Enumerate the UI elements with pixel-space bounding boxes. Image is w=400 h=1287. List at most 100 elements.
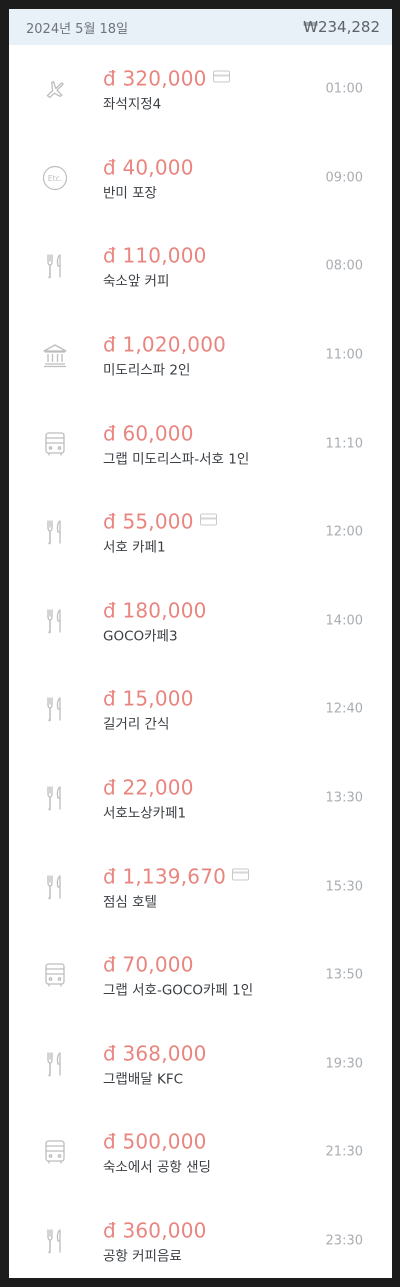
- fork-knife-icon: [41, 1050, 69, 1078]
- amount-line: đ 368,000: [103, 1040, 207, 1066]
- fork-knife-icon: [41, 607, 69, 635]
- expense-details: đ 320,000 좌석지정4: [103, 66, 230, 113]
- expense-details: đ 55,000 서호 카페1: [103, 509, 217, 556]
- expense-memo: GOCO카페3: [103, 628, 178, 645]
- expense-memo: 그랩배달 KFC: [103, 1071, 184, 1088]
- expense-amount: đ 368,000: [103, 1041, 207, 1066]
- amount-line: đ 500,000: [103, 1129, 211, 1155]
- fork-knife-icon: [41, 252, 69, 280]
- expense-time: 13:30: [325, 790, 363, 806]
- credit-card-icon: [212, 70, 230, 83]
- expense-row[interactable]: đ 320,000 좌석지정4 01:00: [9, 45, 392, 134]
- expense-row[interactable]: đ 15,000 길거리 간식 12:40: [9, 665, 392, 754]
- expense-row[interactable]: đ 360,000 공항 커피음료 23:30: [9, 1197, 392, 1278]
- expense-row[interactable]: Etc. đ 40,000 반미 포장 09:00: [9, 134, 392, 223]
- etc-icon: Etc.: [41, 164, 69, 192]
- expense-memo: 좌석지정4: [103, 96, 162, 113]
- svg-text:Etc.: Etc.: [48, 174, 62, 183]
- airplane-icon: [41, 75, 69, 103]
- expense-row[interactable]: đ 70,000 그랩 서호-GOCO카페 1인 13:50: [9, 931, 392, 1020]
- expense-row[interactable]: đ 1,020,000 미도리스파 2인 11:00: [9, 311, 392, 400]
- expense-time: 08:00: [325, 258, 363, 274]
- amount-line: đ 360,000: [103, 1218, 207, 1244]
- bank-icon: [41, 341, 69, 369]
- expense-row[interactable]: đ 22,000 서호노상카페1 13:30: [9, 754, 392, 843]
- expense-row[interactable]: đ 60,000 그랩 미도리스파-서호 1인 11:10: [9, 399, 392, 488]
- bus-icon: [41, 1138, 69, 1166]
- expense-amount: đ 60,000: [103, 421, 194, 446]
- expense-memo: 반미 포장: [103, 185, 157, 202]
- expense-time: 21:30: [325, 1144, 363, 1160]
- expense-row[interactable]: đ 55,000 서호 카페1 12:00: [9, 488, 392, 577]
- amount-line: đ 320,000: [103, 66, 230, 92]
- expense-amount: đ 15,000: [103, 686, 194, 711]
- expense-amount: đ 1,139,670: [103, 864, 227, 889]
- bus-icon: [41, 961, 69, 989]
- expense-amount: đ 180,000: [103, 598, 207, 623]
- day-header: 2024년 5월 18일 ₩234,282: [9, 9, 392, 45]
- expense-row[interactable]: đ 1,139,670 점심 호텔 15:30: [9, 842, 392, 931]
- expense-list: đ 320,000 좌석지정4 01:00 Etc. đ 40,000 반미 포장 09…: [9, 45, 392, 1278]
- expense-time: 11:00: [325, 347, 363, 363]
- expense-row[interactable]: đ 110,000 숙소앞 커피 08:00: [9, 222, 392, 311]
- expense-details: đ 500,000 숙소에서 공항 샌딩: [103, 1129, 211, 1176]
- expense-details: đ 40,000 반미 포장: [103, 154, 194, 201]
- expense-amount: đ 500,000: [103, 1129, 207, 1154]
- expense-time: 14:00: [325, 613, 363, 629]
- expense-details: đ 1,020,000 미도리스파 2인: [103, 332, 226, 379]
- expense-details: đ 360,000 공항 커피음료: [103, 1218, 207, 1265]
- expense-row[interactable]: đ 180,000 GOCO카페3 14:00: [9, 577, 392, 666]
- amount-line: đ 110,000: [103, 243, 207, 269]
- expense-amount: đ 360,000: [103, 1218, 207, 1243]
- expense-amount: đ 40,000: [103, 155, 194, 180]
- bus-icon: [41, 430, 69, 458]
- expense-memo: 서호노상카페1: [103, 805, 187, 822]
- expense-memo: 그랩 미도리스파-서호 1인: [103, 451, 250, 468]
- expense-details: đ 180,000 GOCO카페3: [103, 597, 207, 644]
- expense-details: đ 1,139,670 점심 호텔: [103, 863, 250, 911]
- expense-day-panel: 2024년 5월 18일 ₩234,282 đ 320,000 좌석지정4 01:0…: [9, 9, 392, 1278]
- expense-time: 19:30: [325, 1056, 363, 1072]
- amount-line: đ 1,020,000: [103, 332, 226, 358]
- expense-amount: đ 110,000: [103, 243, 207, 268]
- expense-memo: 숙소앞 커피: [103, 273, 170, 290]
- expense-time: 11:10: [325, 436, 363, 452]
- expense-details: đ 110,000 숙소앞 커피: [103, 243, 207, 290]
- expense-memo: 점심 호텔: [103, 894, 157, 911]
- fork-knife-icon: [41, 1227, 69, 1255]
- amount-line: đ 22,000: [103, 775, 194, 801]
- amount-line: đ 55,000: [103, 509, 217, 535]
- amount-line: đ 15,000: [103, 686, 194, 712]
- expense-row[interactable]: đ 368,000 그랩배달 KFC 19:30: [9, 1020, 392, 1109]
- credit-card-icon: [232, 868, 250, 881]
- expense-amount: đ 70,000: [103, 952, 194, 977]
- expense-amount: đ 1,020,000: [103, 332, 227, 357]
- amount-line: đ 1,139,670: [103, 863, 250, 889]
- expense-details: đ 22,000 서호노상카페1: [103, 775, 194, 822]
- expense-time: 15:30: [325, 879, 363, 895]
- fork-knife-icon: [41, 518, 69, 546]
- expense-amount: đ 320,000: [103, 66, 207, 91]
- day-total: ₩234,282: [303, 18, 380, 36]
- credit-card-icon: [199, 513, 217, 526]
- expense-time: 01:00: [325, 81, 363, 97]
- expense-details: đ 368,000 그랩배달 KFC: [103, 1040, 207, 1087]
- expense-amount: đ 22,000: [103, 775, 194, 800]
- amount-line: đ 40,000: [103, 154, 194, 180]
- expense-time: 12:00: [325, 524, 363, 540]
- day-date: 2024년 5월 18일: [26, 21, 129, 37]
- fork-knife-icon: [41, 873, 69, 901]
- expense-time: 12:40: [325, 701, 363, 717]
- amount-line: đ 70,000: [103, 952, 253, 978]
- expense-row[interactable]: đ 500,000 숙소에서 공항 샌딩 21:30: [9, 1108, 392, 1197]
- expense-memo: 숙소에서 공항 샌딩: [103, 1159, 211, 1176]
- fork-knife-icon: [41, 695, 69, 723]
- expense-memo: 공항 커피음료: [103, 1248, 182, 1265]
- expense-amount: đ 55,000: [103, 509, 194, 534]
- expense-details: đ 70,000 그랩 서호-GOCO카페 1인: [103, 952, 253, 999]
- fork-knife-icon: [41, 784, 69, 812]
- expense-memo: 서호 카페1: [103, 539, 166, 556]
- expense-details: đ 60,000 그랩 미도리스파-서호 1인: [103, 420, 249, 467]
- expense-time: 23:30: [325, 1233, 363, 1249]
- expense-details: đ 15,000 길거리 간식: [103, 686, 194, 733]
